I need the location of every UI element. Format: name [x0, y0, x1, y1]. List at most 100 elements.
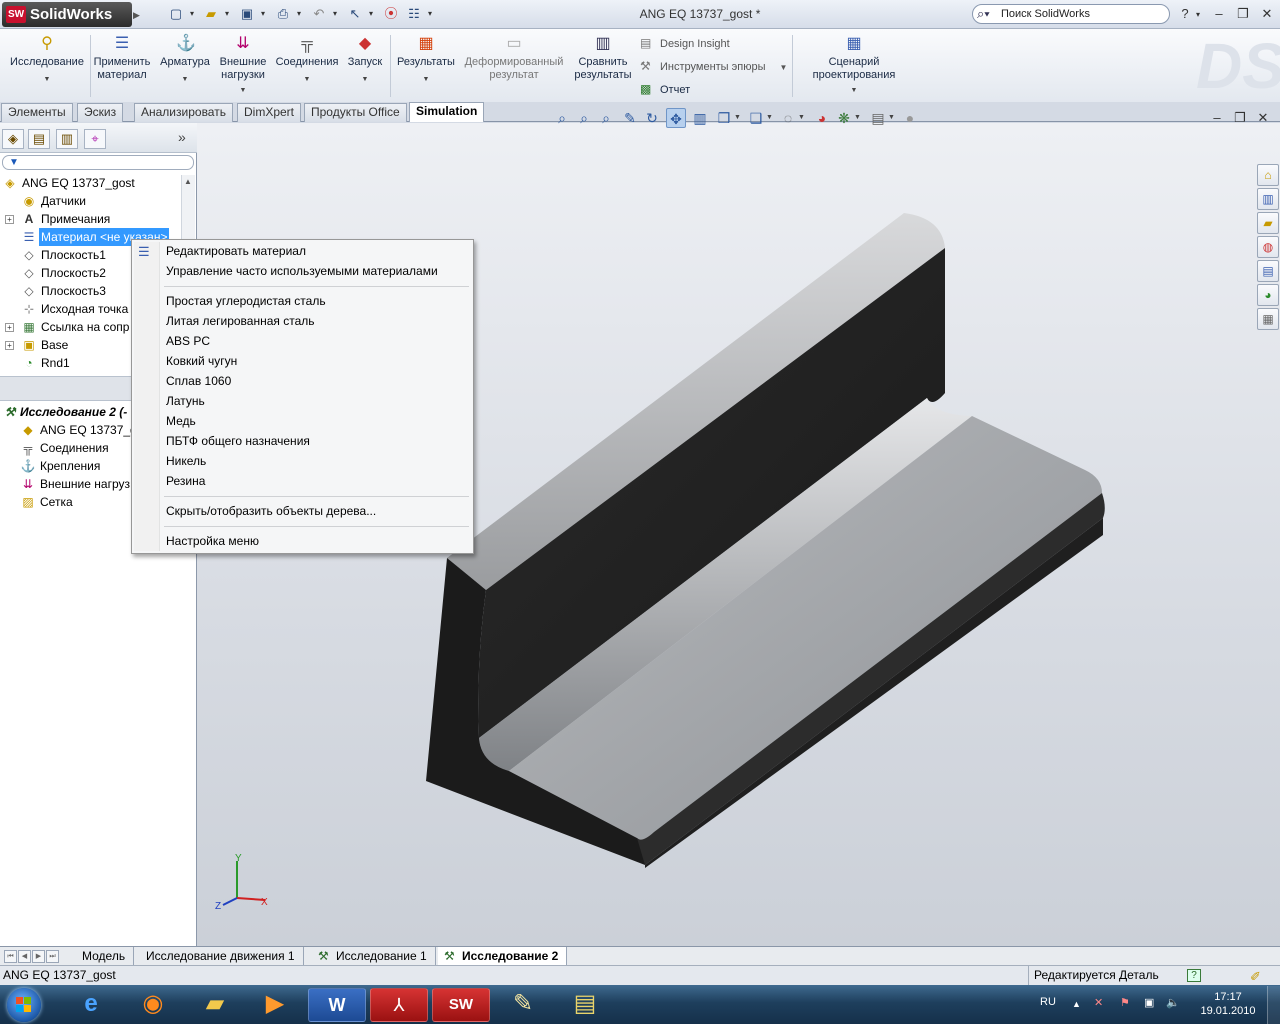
language-indicator[interactable]: RU	[1040, 995, 1056, 1009]
previous-view-icon[interactable]: ⌕	[596, 108, 616, 128]
zoom-to-fit-icon[interactable]: ⌕	[552, 108, 572, 128]
last-tab-icon[interactable]: ⏭	[46, 950, 59, 963]
file-explorer-icon[interactable]: ▰	[1257, 212, 1279, 234]
connections-button[interactable]: ╦ Соединения ▼	[273, 33, 341, 86]
tree-item-sensors[interactable]: ◉ Датчики	[0, 192, 180, 210]
run-button[interactable]: ◆ Запуск ▼	[343, 33, 387, 86]
view-palette-icon[interactable]: ▤	[1257, 260, 1279, 282]
menu-item-material[interactable]: Никель	[166, 451, 206, 471]
firefox-icon[interactable]: ◉	[124, 988, 182, 1022]
clock[interactable]: 17:17 19.01.2010	[1196, 990, 1260, 1018]
new-dropdown-icon[interactable]: ▾	[188, 5, 196, 23]
tab-study-1[interactable]: ⚒ Исследование 1	[312, 947, 436, 965]
tab-features[interactable]: Элементы	[1, 103, 73, 122]
network-icon[interactable]: ▣	[1144, 996, 1154, 1010]
menu-item-manage-favorites[interactable]: Управление часто используемыми материала…	[166, 261, 438, 281]
appearances-icon[interactable]: ◕	[1257, 284, 1279, 306]
tab-motion-study[interactable]: Исследование движения 1	[138, 947, 304, 965]
print-dropdown-icon[interactable]: ▾	[295, 5, 303, 23]
search-input[interactable]: ⌕▾ Поиск SolidWorks	[972, 4, 1170, 24]
security-alert-icon[interactable]: ✕	[1094, 996, 1103, 1010]
pan-view-icon[interactable]: ✥	[666, 108, 686, 128]
solidworks-taskbar-icon[interactable]: SW	[432, 988, 490, 1022]
menu-item-material[interactable]: ABS PC	[166, 331, 210, 351]
custom-properties-icon[interactable]: ▦	[1257, 308, 1279, 330]
design-scenario-button[interactable]: ▦ Сценарий проектирования ▼	[800, 33, 908, 97]
tab-sketch[interactable]: Эскиз	[77, 103, 124, 122]
menu-item-hide-show-tree[interactable]: Скрыть/отобразить объекты дерева...	[166, 501, 376, 521]
show-hidden-icons-icon[interactable]: ▲	[1072, 997, 1081, 1011]
tree-filter-input[interactable]: ▼	[2, 155, 194, 170]
hide-show-items-icon[interactable]: ◌	[778, 108, 798, 128]
explorer-folder-icon[interactable]: ▰	[186, 988, 244, 1022]
rebuild-traffic-light-icon[interactable]: ⦿	[380, 5, 402, 23]
view-orientation-icon[interactable]: ▥	[690, 108, 710, 128]
expand-icon[interactable]: +	[5, 323, 14, 332]
first-tab-icon[interactable]: ⏮	[4, 950, 17, 963]
action-center-icon[interactable]: ⚑	[1120, 996, 1130, 1010]
open-dropdown-icon[interactable]: ▾	[223, 5, 231, 23]
zoom-to-area-icon[interactable]: ⌕	[574, 108, 594, 128]
external-loads-button[interactable]: ⇊ Внешние нагрузки ▼	[215, 33, 271, 97]
scroll-up-icon[interactable]: ▲	[184, 177, 192, 186]
chevron-down-icon[interactable]: ▼	[888, 108, 896, 128]
tree-root[interactable]: ◈ ANG EQ 13737_gost	[0, 174, 180, 192]
volume-icon[interactable]: 🔈	[1166, 996, 1180, 1010]
show-desktop-button[interactable]	[1267, 986, 1280, 1024]
standard-views-icon[interactable]: ❒	[714, 108, 734, 128]
results-button[interactable]: ▦ Результаты ▼	[393, 33, 459, 86]
fixtures-button[interactable]: ⚓ Арматура ▼	[157, 33, 213, 86]
dimxpert-manager-tab-icon[interactable]: ⌖	[84, 129, 106, 149]
chevron-down-icon[interactable]: ▼	[854, 108, 862, 128]
view-settings-icon[interactable]: ▤	[868, 108, 888, 128]
menu-item-material[interactable]: Ковкий чугун	[166, 351, 237, 371]
print-icon[interactable]: ⎙	[272, 5, 294, 23]
configuration-manager-tab-icon[interactable]: ▥	[56, 129, 78, 149]
menu-expand-icon[interactable]: ▶	[133, 6, 140, 24]
word-icon[interactable]: W	[308, 988, 366, 1022]
plot-tools-button[interactable]: ⚒ Инструменты эпюры ▼	[640, 59, 787, 73]
undo-icon[interactable]: ↶	[308, 5, 330, 23]
menu-item-material[interactable]: ПБТФ общего назначения	[166, 431, 310, 451]
design-library-icon[interactable]: ▥	[1257, 188, 1279, 210]
tab-model[interactable]: Модель	[74, 947, 135, 965]
expand-icon[interactable]: +	[5, 215, 14, 224]
viewport-minimize-icon[interactable]: –	[1208, 110, 1226, 126]
undo-dropdown-icon[interactable]: ▾	[331, 5, 339, 23]
paint-icon[interactable]: ✎	[494, 988, 552, 1022]
compare-results-button[interactable]: ▥ Сравнить результаты	[569, 33, 637, 82]
open-folder-icon[interactable]: ▰	[200, 5, 222, 23]
design-insight-button[interactable]: ▤ Design Insight	[640, 36, 730, 50]
feature-manager-tab-icon[interactable]: ◈	[2, 129, 24, 149]
viewport-close-icon[interactable]: ✕	[1254, 110, 1272, 126]
tab-simulation[interactable]: Simulation	[409, 102, 485, 122]
select-dropdown-icon[interactable]: ▾	[367, 5, 375, 23]
close-icon[interactable]: ✕	[1258, 6, 1276, 22]
realview-icon[interactable]: ●	[900, 108, 920, 128]
menu-item-customize-menu[interactable]: Настройка меню	[166, 531, 259, 551]
options-dropdown-icon[interactable]: ▾	[426, 5, 434, 23]
menu-item-material[interactable]: Простая углеродистая сталь	[166, 291, 326, 311]
help-icon[interactable]: ?	[1176, 6, 1194, 22]
options-icon[interactable]: ☷	[403, 5, 425, 23]
chevron-down-icon[interactable]: ▼	[798, 108, 806, 128]
expand-panel-icon[interactable]: »	[178, 129, 186, 145]
menu-item-material[interactable]: Медь	[166, 411, 196, 431]
display-style-icon[interactable]: ❑	[746, 108, 766, 128]
chevron-down-icon[interactable]: ▼	[734, 108, 742, 128]
menu-item-material[interactable]: Резина	[166, 471, 205, 491]
prev-tab-icon[interactable]: ◀	[18, 950, 31, 963]
next-tab-icon[interactable]: ▶	[32, 950, 45, 963]
edit-appearance-icon[interactable]: ◕	[812, 108, 832, 128]
menu-item-material[interactable]: Латунь	[166, 391, 205, 411]
menu-item-material[interactable]: Литая легированная сталь	[166, 311, 315, 331]
apply-material-button[interactable]: ☰ Применить материал	[93, 33, 151, 82]
resources-home-icon[interactable]: ⌂	[1257, 164, 1279, 186]
property-manager-tab-icon[interactable]: ▤	[28, 129, 50, 149]
new-document-icon[interactable]: ▢	[165, 5, 187, 23]
select-pointer-icon[interactable]: ↖	[344, 5, 366, 23]
section-view-icon[interactable]: ✎	[620, 108, 640, 128]
viewport-restore-icon[interactable]: ❐	[1231, 110, 1249, 126]
tab-office-products[interactable]: Продукты Office	[304, 103, 407, 122]
internet-explorer-icon[interactable]: e	[62, 988, 120, 1022]
